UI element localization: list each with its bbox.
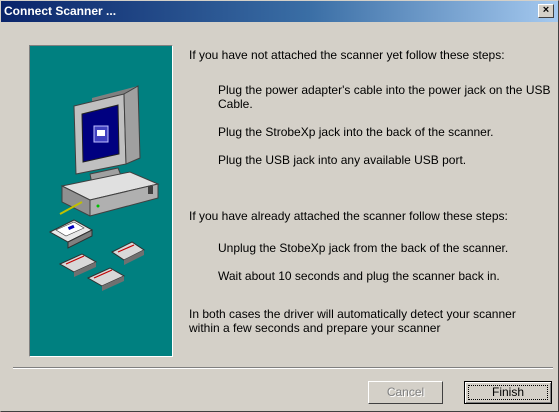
title-bar[interactable]: Connect Scanner ... × bbox=[1, 1, 558, 22]
finish-button[interactable]: Finish bbox=[464, 381, 552, 404]
not-attached-step-1: Plug the power adapter's cable into the … bbox=[218, 83, 551, 111]
closing-note: In both cases the driver will automatica… bbox=[189, 307, 516, 335]
attached-step-2: Wait about 10 seconds and plug the scann… bbox=[218, 269, 500, 283]
button-separator bbox=[13, 367, 553, 369]
not-attached-intro: If you have not attached the scanner yet… bbox=[189, 48, 505, 62]
window-title: Connect Scanner ... bbox=[4, 4, 117, 18]
attached-step-1: Unplug the StobeXp jack from the back of… bbox=[218, 241, 509, 255]
cancel-button[interactable]: Cancel bbox=[368, 381, 443, 404]
close-icon: × bbox=[542, 4, 550, 16]
connect-scanner-dialog: Connect Scanner ... × If you have not at… bbox=[0, 0, 559, 412]
illustration-panel bbox=[29, 45, 173, 357]
finish-button-label: Finish bbox=[491, 385, 524, 399]
close-button[interactable]: × bbox=[538, 4, 554, 18]
not-attached-step-2: Plug the StrobeXp jack into the back of … bbox=[218, 125, 494, 139]
not-attached-step-3: Plug the USB jack into any available USB… bbox=[218, 153, 467, 167]
attached-intro: If you have already attached the scanner… bbox=[189, 209, 508, 223]
computer-with-scanner-icon bbox=[48, 85, 160, 291]
